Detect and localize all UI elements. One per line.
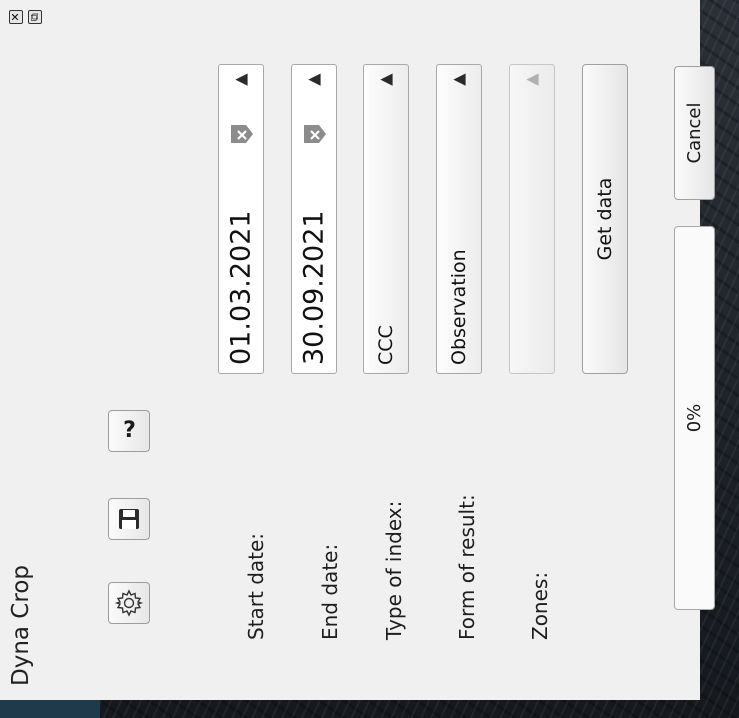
help-icon: ? <box>122 418 136 444</box>
start-date-label: Start date: <box>244 532 268 640</box>
save-button[interactable] <box>108 498 150 540</box>
dyna-crop-dialog: Dyna Crop ✕ ⧉ ? Start date: End date: Ty… <box>0 0 715 700</box>
float-icon[interactable]: ⧉ <box>28 10 42 24</box>
index-type-value: CCC <box>375 325 397 365</box>
cancel-button[interactable]: Cancel <box>674 66 715 200</box>
zones-dropdown-icon: ▶ <box>525 71 539 91</box>
gear-icon <box>114 589 144 617</box>
index-type-label: Type of index: <box>382 500 406 640</box>
get-data-button[interactable]: Get data <box>582 64 628 374</box>
zones-label: Zones: <box>528 571 552 640</box>
result-form-dropdown-icon[interactable]: ▶ <box>437 65 481 97</box>
end-date-field[interactable]: 30.09.2021 ▶ <box>291 64 337 374</box>
end-date-dropdown-icon[interactable]: ▶ <box>292 65 336 97</box>
progress-text: 0% <box>684 403 705 433</box>
result-form-select[interactable]: Observation ▶ <box>436 64 482 374</box>
help-button[interactable]: ? <box>108 410 150 452</box>
close-icon[interactable]: ✕ <box>9 10 23 24</box>
result-form-label: Form of result: <box>455 494 479 640</box>
result-form-value: Observation <box>448 249 470 365</box>
start-date-value: 01.03.2021 <box>225 210 257 365</box>
clear-start-date-icon[interactable] <box>228 120 256 148</box>
zones-select[interactable]: ▶ <box>509 64 555 374</box>
index-type-select[interactable]: CCC ▶ <box>363 64 409 374</box>
start-date-field[interactable]: 01.03.2021 ▶ <box>218 64 264 374</box>
index-type-dropdown-icon[interactable]: ▶ <box>364 65 408 97</box>
end-date-label: End date: <box>318 543 342 640</box>
clear-end-date-icon[interactable] <box>301 120 329 148</box>
dialog-title: Dyna Crop <box>8 565 34 686</box>
start-date-dropdown-icon[interactable]: ▶ <box>219 65 263 97</box>
progress-bar: 0% <box>674 226 715 610</box>
end-date-value: 30.09.2021 <box>298 210 330 365</box>
save-icon <box>119 509 139 529</box>
settings-button[interactable] <box>108 582 150 624</box>
